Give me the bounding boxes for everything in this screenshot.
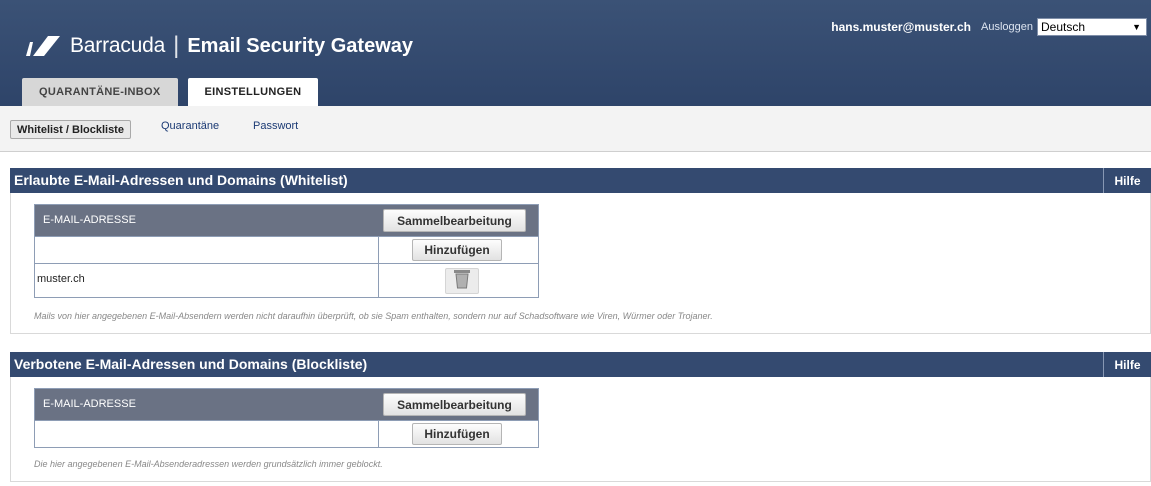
cell-divider [378,264,379,297]
logo-separator: | [173,32,180,59]
bulk-edit-button[interactable]: Sammelbearbeitung [383,393,526,416]
top-header: Barracuda | Email Security Gateway hans.… [0,0,1151,106]
whitelist-section-header: Erlaubte E-Mail-Adressen und Domains (Wh… [10,168,1151,193]
entry-email: muster.ch [37,273,85,285]
user-area: hans.muster@muster.ch Ausloggen Deutsch … [831,17,1147,37]
logout-link[interactable]: Ausloggen [981,21,1033,33]
blocklist-title: Verbotene E-Mail-Adressen und Domains (B… [14,356,368,372]
user-email: hans.muster@muster.ch [831,20,971,34]
cell-divider [378,421,379,447]
barracuda-logo-icon [24,34,64,58]
whitelist-note: Mails von hier angegebenen E-Mail-Absend… [34,311,713,321]
trash-icon [453,269,471,294]
logo[interactable]: Barracuda | Email Security Gateway [24,30,413,62]
chevron-down-icon: ▼ [1132,22,1141,32]
whitelist-help-button[interactable]: Hilfe [1103,168,1151,193]
subnav-quarantine[interactable]: Quarantäne [161,120,219,132]
delete-button[interactable] [445,268,479,294]
blocklist-help-button[interactable]: Hilfe [1103,352,1151,377]
main-tabs: QUARANTÄNE-INBOX EINSTELLUNGEN [22,78,328,106]
blocklist-section-header: Verbotene E-Mail-Adressen und Domains (B… [10,352,1151,377]
whitelist-title: Erlaubte E-Mail-Adressen und Domains (Wh… [14,172,348,188]
email-input[interactable] [35,421,378,447]
language-value: Deutsch [1041,20,1086,34]
sub-navigation: Whitelist / Blockliste Quarantäne Passwo… [0,106,1151,152]
column-header-email: E-MAIL-ADRESSE [43,214,136,226]
add-button[interactable]: Hinzufügen [412,423,502,445]
add-entry-row: Hinzufügen [35,420,538,447]
table-row: muster.ch [35,263,538,297]
bulk-edit-button[interactable]: Sammelbearbeitung [383,209,526,232]
column-header-email: E-MAIL-ADRESSE [43,398,136,410]
subnav-password[interactable]: Passwort [253,120,298,132]
whitelist-table: E-MAIL-ADRESSE Sammelbearbeitung Hinzufü… [34,204,539,298]
blocklist-table: E-MAIL-ADRESSE Sammelbearbeitung Hinzufü… [34,388,539,448]
cell-divider [378,237,379,263]
add-entry-row: Hinzufügen [35,236,538,263]
add-button[interactable]: Hinzufügen [412,239,502,261]
table-header: E-MAIL-ADRESSE Sammelbearbeitung [35,389,538,420]
tab-settings[interactable]: EINSTELLUNGEN [187,78,319,106]
email-input[interactable] [35,237,378,263]
table-header: E-MAIL-ADRESSE Sammelbearbeitung [35,205,538,236]
subnav-whitelist-blocklist[interactable]: Whitelist / Blockliste [10,120,131,139]
tab-quarantine-inbox[interactable]: QUARANTÄNE-INBOX [22,78,178,106]
blocklist-section: E-MAIL-ADRESSE Sammelbearbeitung Hinzufü… [10,377,1151,482]
whitelist-section: E-MAIL-ADRESSE Sammelbearbeitung Hinzufü… [10,193,1151,334]
brand-name: Barracuda [70,34,166,57]
language-select[interactable]: Deutsch ▼ [1037,18,1147,36]
product-name: Email Security Gateway [187,34,413,57]
blocklist-note: Die hier angegebenen E-Mail-Absenderadre… [34,459,383,469]
